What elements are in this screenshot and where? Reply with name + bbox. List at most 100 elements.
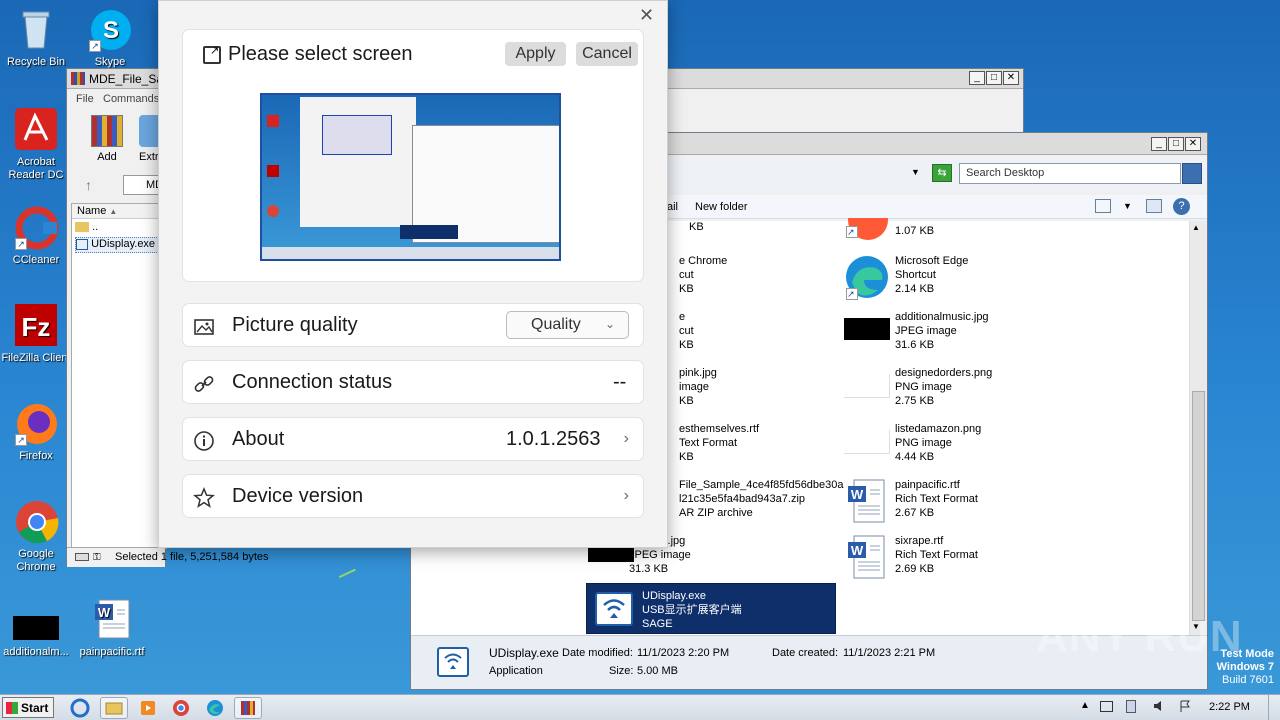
details-size-label: Size: <box>609 665 634 677</box>
list-item-parent[interactable]: .. <box>75 221 165 236</box>
new-folder-button[interactable]: New folder <box>695 201 748 213</box>
exe-icon <box>76 238 88 250</box>
add-button[interactable]: Add <box>89 115 125 167</box>
maximize-button[interactable]: □ <box>1168 137 1184 151</box>
udisplay-app-icon <box>437 647 469 677</box>
image-thumbnail-icon <box>844 366 890 412</box>
speaker-icon[interactable] <box>1152 699 1166 713</box>
info-icon <box>193 430 215 452</box>
chrome-taskbar-icon[interactable] <box>167 697 195 719</box>
maximize-button[interactable]: □ <box>986 71 1002 85</box>
scrollbar[interactable]: ▲ ▼ <box>1189 221 1207 635</box>
details-modified-label: Date modified: <box>562 647 633 659</box>
winrar-window[interactable]: MDE_File_Sa File Commands Add Extr ↑ MD … <box>66 68 269 567</box>
up-folder-icon[interactable]: ↑ <box>85 177 92 193</box>
udisplay-app-icon <box>595 592 633 626</box>
close-button[interactable]: ✕ <box>1185 137 1201 151</box>
edge-taskbar-icon[interactable] <box>201 697 229 719</box>
taskbar: Start ▲ 🔈 2:22 PM <box>0 694 1280 720</box>
start-button[interactable]: Start <box>2 697 54 718</box>
desktop-icon-acrobat[interactable]: Acrobat Reader DC <box>0 106 72 182</box>
clock[interactable]: 2:22 PM <box>1209 701 1250 713</box>
sort-arrow-icon: ▲ <box>109 207 118 216</box>
quality-select[interactable]: Quality ⌄ <box>506 311 629 339</box>
column-header-name[interactable]: Name ▲ <box>72 204 167 219</box>
view-options-icon[interactable] <box>1095 199 1111 213</box>
svg-text:W: W <box>851 543 864 558</box>
close-button[interactable]: ✕ <box>1003 71 1019 85</box>
drive-icon <box>75 553 89 561</box>
ccleaner-icon: ↗ <box>13 204 59 250</box>
screen-thumbnail[interactable] <box>260 93 561 261</box>
minimize-button[interactable]: _ <box>1151 137 1167 151</box>
ie-taskbar-icon[interactable] <box>66 697 94 719</box>
desktop-icon-additionalmusic[interactable]: additionalm... <box>0 606 72 659</box>
search-icon[interactable] <box>1182 163 1202 184</box>
show-desktop-button[interactable] <box>1268 695 1280 720</box>
picture-quality-row[interactable]: Picture quality Quality ⌄ <box>182 303 644 347</box>
file-item[interactable]: listedamazon.png PNG image 4.44 KB <box>844 420 1084 472</box>
details-modified: 11/1/2023 2:20 PM <box>637 647 730 659</box>
winrar-icon <box>71 72 85 85</box>
file-item[interactable]: designedorders.png PNG image 2.75 KB <box>844 364 1084 416</box>
status-bar: ⚿ Selected 1 file, 5,251,584 bytes <box>67 547 269 567</box>
connection-status-value: -- <box>613 371 627 393</box>
image-icon <box>193 316 215 338</box>
details-type: Application <box>489 665 543 677</box>
device-version-row[interactable]: Device version › <box>182 474 644 518</box>
desktop-icon-recycle-bin[interactable]: Recycle Bin <box>0 6 72 69</box>
browser-shortcut-icon: ↗ <box>844 218 890 240</box>
view-dropdown-icon[interactable]: ▼ <box>1123 201 1132 211</box>
flag-icon[interactable] <box>1178 699 1192 713</box>
desktop-icon-skype[interactable]: S ↗ Skype <box>74 6 146 69</box>
minimize-button[interactable]: _ <box>969 71 985 85</box>
network-icon[interactable] <box>1126 700 1136 713</box>
address-dropdown-icon[interactable]: ▼ <box>911 167 920 177</box>
winrar-title: MDE_File_Sa <box>89 72 164 86</box>
filezilla-icon: Fz <box>13 302 59 348</box>
about-row[interactable]: About 1.0.1.2563 › <box>182 417 644 461</box>
toolbar-email-partial[interactable]: ail <box>667 201 678 213</box>
media-player-taskbar-icon[interactable] <box>134 697 162 719</box>
action-center-icon[interactable] <box>1100 701 1113 712</box>
file-item[interactable]: additionalmusic.jpg JPEG image 31.6 KB <box>844 308 1084 360</box>
desktop-icon-filezilla[interactable]: Fz FileZilla Client <box>0 302 72 365</box>
edge-icon: ↗ <box>844 254 890 300</box>
explorer-taskbar-icon[interactable] <box>100 697 128 719</box>
word-document-icon: W <box>89 596 135 642</box>
select-screen-dialog[interactable]: ✕ ↗ Please select screen Apply Cancel Pi… <box>158 0 668 548</box>
file-item[interactable]: W sixrape.rtf Rich Text Format 2.69 KB <box>844 532 1084 584</box>
desktop-icon-ccleaner[interactable]: ↗ CCleaner <box>0 204 72 267</box>
winrar-taskbar-icon[interactable] <box>234 697 262 719</box>
cancel-button[interactable]: Cancel <box>576 42 638 66</box>
image-thumbnail-icon <box>844 310 890 356</box>
close-icon[interactable]: ✕ <box>639 5 654 26</box>
desktop-icon-firefox[interactable]: ↗ Firefox <box>0 400 72 463</box>
chevron-right-icon: › <box>623 487 629 504</box>
firefox-icon: ↗ <box>13 400 59 446</box>
search-input[interactable]: Search Desktop <box>959 163 1181 184</box>
file-item[interactable]: ↗ Microsoft Edge Shortcut 2.14 KB <box>844 252 1084 304</box>
menu-commands[interactable]: Commands <box>103 93 159 105</box>
details-created: 11/1/2023 2:21 PM <box>843 647 936 659</box>
chevron-right-icon: › <box>623 430 629 447</box>
file-item[interactable]: W painpacific.rtf Rich Text Format 2.67 KB <box>844 476 1084 528</box>
menu-file[interactable]: File <box>76 93 94 105</box>
desktop-icon-painpacific[interactable]: W painpacific.rtf <box>76 596 148 659</box>
screen-select-card: ↗ Please select screen Apply Cancel <box>182 29 644 282</box>
tray-expand-icon[interactable]: ▲ <box>1080 700 1090 711</box>
details-name: UDisplay.exe <box>489 646 559 660</box>
image-file-icon <box>13 606 59 642</box>
preview-pane-icon[interactable] <box>1146 199 1162 213</box>
desktop-icon-chrome[interactable]: Google Chrome <box>0 498 72 574</box>
status-text: Selected 1 file, 5,251,584 bytes <box>115 551 269 563</box>
svg-text:Fz: Fz <box>22 312 51 342</box>
help-icon[interactable]: ? <box>1173 198 1190 215</box>
list-item-udisplay[interactable]: UDisplay.exe <box>75 237 167 253</box>
word-document-icon: W <box>844 478 890 524</box>
word-document-icon: W <box>844 534 890 580</box>
svg-text:W: W <box>98 605 111 620</box>
apply-button[interactable]: Apply <box>505 42 566 66</box>
refresh-icon[interactable]: ⇆ <box>932 164 952 182</box>
file-item-selected[interactable]: UDisplay.exe USB显示扩展客户端 SAGE <box>586 583 836 634</box>
